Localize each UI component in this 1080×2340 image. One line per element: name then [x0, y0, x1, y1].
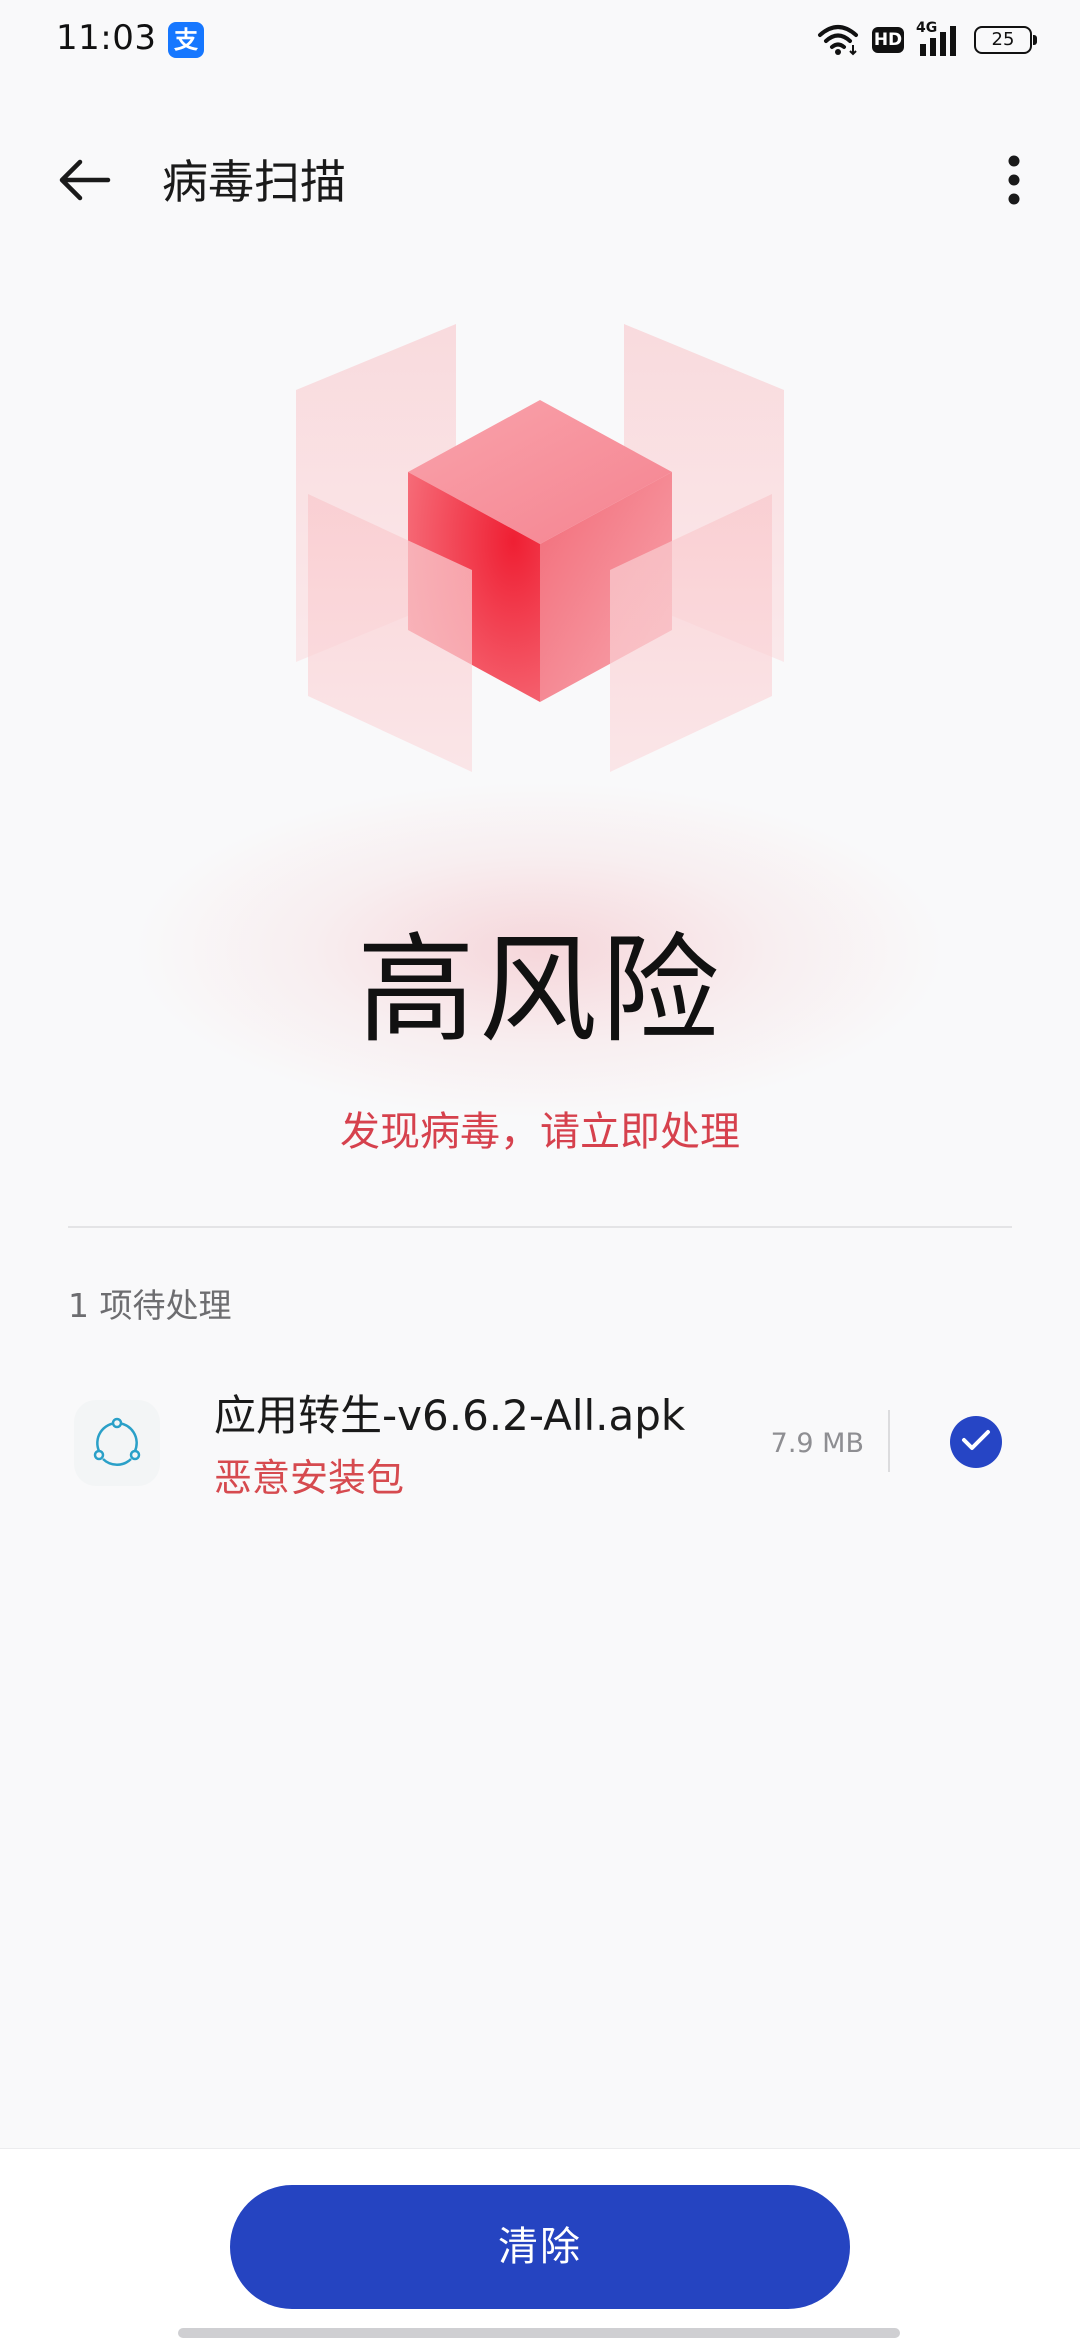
status-indicators: HD 4G 25: [816, 20, 1037, 60]
threat-file-name: 应用转生-v6.6.2-All.apk: [214, 1391, 686, 1440]
threat-list-item[interactable]: 应用转生-v6.6.2-All.apk 恶意安装包 7.9 MB: [0, 1360, 1080, 1520]
checkmark-icon: [961, 1428, 991, 1456]
arrow-left-icon: [56, 158, 112, 206]
bottom-action-bar: 清除: [0, 2148, 1080, 2340]
wifi-icon: [816, 23, 860, 57]
threat-type-label: 恶意安装包: [214, 1456, 405, 1500]
risk-illustration: [0, 300, 1080, 800]
back-button[interactable]: [52, 150, 116, 214]
risk-message: 发现病毒，请立即处理: [340, 1109, 740, 1155]
status-time: 11:03: [56, 18, 157, 58]
pending-count-label: 1 项待处理: [68, 1286, 232, 1325]
item-select-checkbox[interactable]: [950, 1416, 1002, 1468]
app-icon: [74, 1400, 160, 1486]
threat-file-size: 7.9 MB: [770, 1428, 864, 1459]
risk-level-title: 高风险: [356, 921, 723, 1059]
section-divider: [68, 1226, 1012, 1228]
item-divider: [888, 1410, 890, 1472]
page-title: 病毒扫描: [162, 155, 346, 209]
status-bar: 11:03 支 HD 4G 25: [0, 0, 1080, 80]
battery-indicator: 25: [974, 26, 1037, 54]
cellular-signal-icon: 4G: [916, 20, 962, 58]
cube-shield-illustration: [296, 324, 784, 772]
home-indicator[interactable]: [178, 2328, 900, 2338]
clear-button[interactable]: 清除: [230, 2185, 850, 2309]
more-vertical-icon: [1006, 154, 1022, 210]
more-options-button[interactable]: [982, 150, 1046, 214]
virus-scan-screen: 11:03 支 HD 4G 25 病毒扫描 高风险 发现病毒，请立即处理 1 项…: [0, 0, 1080, 2340]
alipay-notification-icon: 支: [168, 22, 204, 58]
app-header: 病毒扫描: [0, 120, 1080, 240]
hd-voice-badge: HD: [872, 27, 904, 53]
